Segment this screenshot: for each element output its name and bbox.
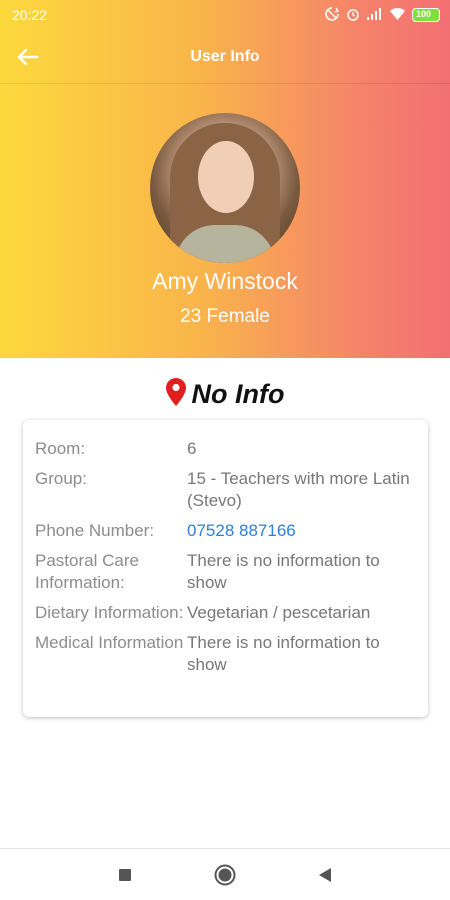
page-title: User Info [190,47,260,65]
details-card: Room: 6 Group: 15 - Teachers with more L… [23,420,428,717]
signal-icon [367,7,383,23]
battery-icon: 100 [412,8,440,22]
home-circle-icon [214,864,236,885]
back-button[interactable] [10,40,44,74]
detail-label: Room: [35,439,86,458]
user-name: Amy Winstock [152,268,298,294]
location-status: No Info [0,378,450,411]
map-pin-icon [165,378,186,411]
detail-value: 6 [187,439,197,458]
status-bar: 20:22 100 [0,0,450,30]
detail-value: 15 - Teachers with more Latin (Stevo) [187,469,410,510]
app-bar: User Info [0,30,450,84]
square-icon [119,868,131,881]
wifi-icon [390,7,405,23]
user-age-gender: 23 Female [180,306,270,327]
detail-label: Dietary Information: [35,603,184,622]
arrow-left-icon [17,48,38,66]
system-nav-bar [0,848,450,900]
detail-row-medical: Medical Information There is no informat… [35,632,416,676]
phone-number-link[interactable]: 07528 887166 [187,520,416,542]
detail-label: Pastoral Care Information: [35,551,139,592]
detail-value: There is no information to show [187,633,380,674]
status-icons: 100 [325,6,440,24]
detail-label: Phone Number: [35,521,155,540]
sync-icon [325,6,340,24]
detail-value: Vegetarian / pescetarian [187,603,371,622]
detail-row-phone: Phone Number: 07528 887166 [35,520,416,542]
detail-row-room: Room: 6 [35,438,416,460]
status-time: 20:22 [12,7,48,23]
detail-row-dietary: Dietary Information: Vegetarian / pescet… [35,602,416,624]
detail-row-pastoral: Pastoral Care Information: There is no i… [35,550,416,594]
back-triangle-icon [319,867,331,882]
location-text: No Info [191,379,285,409]
avatar [150,113,300,263]
detail-value: There is no information to show [187,551,380,592]
home-button[interactable] [210,860,240,890]
recent-apps-button[interactable] [110,860,140,890]
back-nav-button[interactable] [310,860,340,890]
detail-label: Group: [35,469,87,488]
alarm-icon [346,7,360,24]
detail-label: Medical Information [35,633,184,652]
detail-row-group: Group: 15 - Teachers with more Latin (St… [35,468,416,512]
